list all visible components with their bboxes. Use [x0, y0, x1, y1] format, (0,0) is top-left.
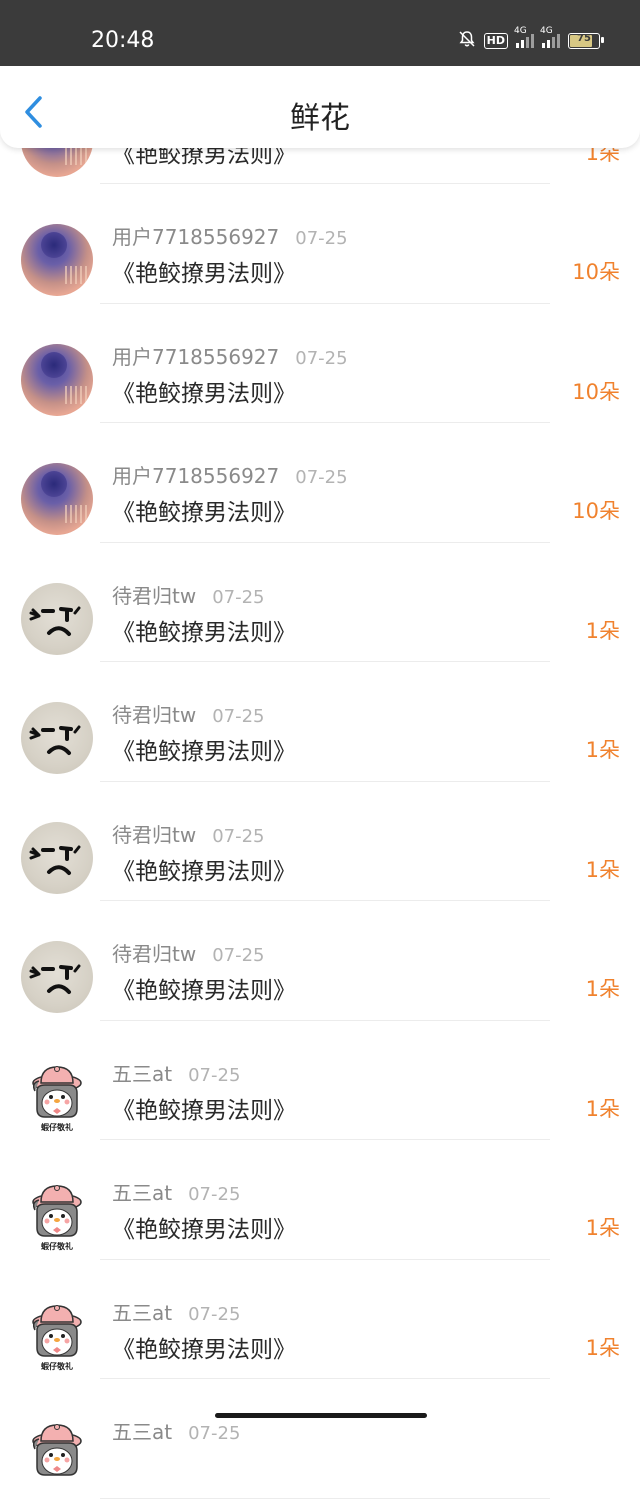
- flower-count: 1朵: [585, 738, 620, 762]
- list-item[interactable]: 待君归tw 07-25 《艳鲛撩男法则》 1朵: [0, 542, 640, 662]
- angry-face-avatar[interactable]: [21, 941, 93, 1013]
- flower-count: 10朵: [572, 260, 620, 284]
- rose-avatar[interactable]: [21, 343, 93, 416]
- book-title: 《艳鲛撩男法则》: [112, 858, 296, 885]
- list-item[interactable]: 待君归tw 07-25 《艳鲛撩男法则》 1朵: [0, 781, 640, 901]
- username: 待君归tw 07-25: [112, 699, 265, 728]
- rose-avatar[interactable]: [21, 224, 93, 296]
- date: 07-25: [295, 228, 348, 249]
- list-item[interactable]: 蝦仔敬礼 五三at 07-25 《艳鲛撩男法则》 1朵: [0, 1020, 640, 1140]
- flower-count: 10朵: [572, 499, 620, 523]
- username: 待君归tw 07-25: [112, 819, 265, 848]
- status-icons: HD 4G 4G 75: [458, 26, 604, 51]
- signal-icon: 4G: [514, 26, 534, 48]
- book-title: 《艳鲛撩男法则》: [112, 1217, 296, 1243]
- flower-count: 1朵: [585, 618, 620, 643]
- list-item[interactable]: 用户7718556927 07-25 《艳鲛撩男法则》 10朵: [0, 303, 640, 423]
- date: 07-25: [188, 1303, 241, 1325]
- date: 07-25: [188, 1184, 241, 1205]
- list-item[interactable]: 待君归tw 07-25 《艳鲛撩男法则》 1朵: [0, 662, 640, 782]
- angry-face-avatar[interactable]: [21, 821, 93, 894]
- date: 07-25: [188, 1423, 241, 1444]
- username-text: 用户7718556927: [112, 225, 280, 249]
- book-title: 《艳鲛撩男法则》: [112, 739, 296, 765]
- date: 07-25: [295, 347, 348, 369]
- flower-count: 1朵: [585, 977, 620, 1001]
- divider: [100, 1497, 550, 1499]
- bell-off-icon: [458, 30, 476, 51]
- book-title: 《艳鲛撩男法则》: [112, 978, 296, 1004]
- angry-face-avatar[interactable]: [21, 702, 93, 774]
- list-item[interactable]: 蝦仔敬礼 五三at 07-25 《艳鲛撩男法则》 1朵: [0, 1140, 640, 1260]
- book-title: 《艳鲛撩男法则》: [112, 1097, 296, 1124]
- rose-avatar[interactable]: [21, 463, 93, 535]
- book-title: 《艳鲛撩男法则》: [112, 500, 296, 526]
- username-text: 五三at: [112, 1300, 173, 1325]
- username: 五三at 07-25: [112, 1416, 240, 1445]
- penguin-avatar[interactable]: 蝦仔敬礼: [21, 1180, 93, 1252]
- list-item[interactable]: 用户7718556927 07-25 《艳鲛撩男法则》 10朵: [0, 184, 640, 304]
- list-item[interactable]: 五三at 07-25: [0, 1379, 640, 1499]
- avatar-caption: 蝦仔敬礼: [41, 1242, 73, 1251]
- nav-header: 鲜花: [0, 64, 640, 148]
- date: 07-25: [212, 945, 265, 966]
- date: 07-25: [212, 586, 265, 608]
- date: 07-25: [212, 825, 265, 847]
- status-bar: 20:48 HD 4G 4G 75: [0, 0, 640, 66]
- username: 用户7718556927 07-25: [112, 341, 348, 370]
- status-time: 20:48: [91, 28, 155, 53]
- flower-count: 1朵: [585, 857, 620, 882]
- username: 五三at 07-25: [112, 1058, 240, 1087]
- username-text: 待君归tw: [112, 822, 197, 847]
- book-title: 《艳鲛撩男法则》: [112, 1336, 296, 1363]
- flower-count: 1朵: [585, 1216, 620, 1240]
- username-text: 待君归tw: [112, 942, 197, 966]
- list-item[interactable]: 待君归tw 07-25 《艳鲛撩男法则》 1朵: [0, 901, 640, 1021]
- flower-list: 《艳鲛撩男法则》 1朵 用户7718556927 07-25 《艳鲛撩男法则》 10朵 用户…: [0, 64, 640, 1499]
- username-text: 待君归tw: [112, 583, 197, 608]
- angry-face-avatar[interactable]: [21, 582, 93, 655]
- battery-level: 75: [577, 32, 591, 44]
- username: 待君归tw 07-25: [112, 938, 265, 967]
- flower-count: 1朵: [585, 1096, 620, 1121]
- username-text: 五三at: [112, 1181, 173, 1205]
- penguin-avatar[interactable]: [21, 1419, 93, 1491]
- page-title: 鲜花: [290, 101, 350, 136]
- date: 07-25: [295, 467, 348, 488]
- date: 07-25: [188, 1064, 241, 1086]
- list-item[interactable]: 蝦仔敬礼 五三at 07-25 《艳鲛撩男法则》 1朵: [0, 1259, 640, 1379]
- flower-count: 10朵: [572, 379, 620, 404]
- username-text: 待君归tw: [112, 703, 197, 727]
- book-title: 《艳鲛撩男法则》: [112, 380, 296, 407]
- book-title: 《艳鲛撩男法则》: [112, 619, 296, 646]
- avatar-caption: 蝦仔敬礼: [41, 1122, 73, 1132]
- username: 用户7718556927 07-25: [112, 460, 348, 489]
- username-text: 五三at: [112, 1420, 173, 1444]
- signal-icon-2: 4G: [540, 26, 560, 48]
- username: 用户7718556927 07-25: [112, 221, 348, 250]
- home-indicator[interactable]: [215, 1413, 427, 1418]
- hd-icon: HD: [483, 32, 508, 49]
- username-text: 用户7718556927: [112, 464, 280, 488]
- username: 五三at 07-25: [112, 1177, 240, 1206]
- username-text: 用户7718556927: [112, 344, 280, 369]
- battery-icon: 75: [568, 32, 604, 49]
- flower-count: 1朵: [585, 1335, 620, 1360]
- username-text: 五三at: [112, 1061, 173, 1086]
- username: 五三at 07-25: [112, 1297, 240, 1326]
- date: 07-25: [212, 706, 265, 727]
- username: 待君归tw 07-25: [112, 580, 265, 609]
- book-title: 《艳鲛撩男法则》: [112, 261, 296, 287]
- penguin-avatar[interactable]: 蝦仔敬礼: [21, 1060, 93, 1133]
- avatar-caption: 蝦仔敬礼: [41, 1361, 73, 1371]
- penguin-avatar[interactable]: 蝦仔敬礼: [21, 1299, 93, 1372]
- list-item[interactable]: 用户7718556927 07-25 《艳鲛撩男法则》 10朵: [0, 423, 640, 543]
